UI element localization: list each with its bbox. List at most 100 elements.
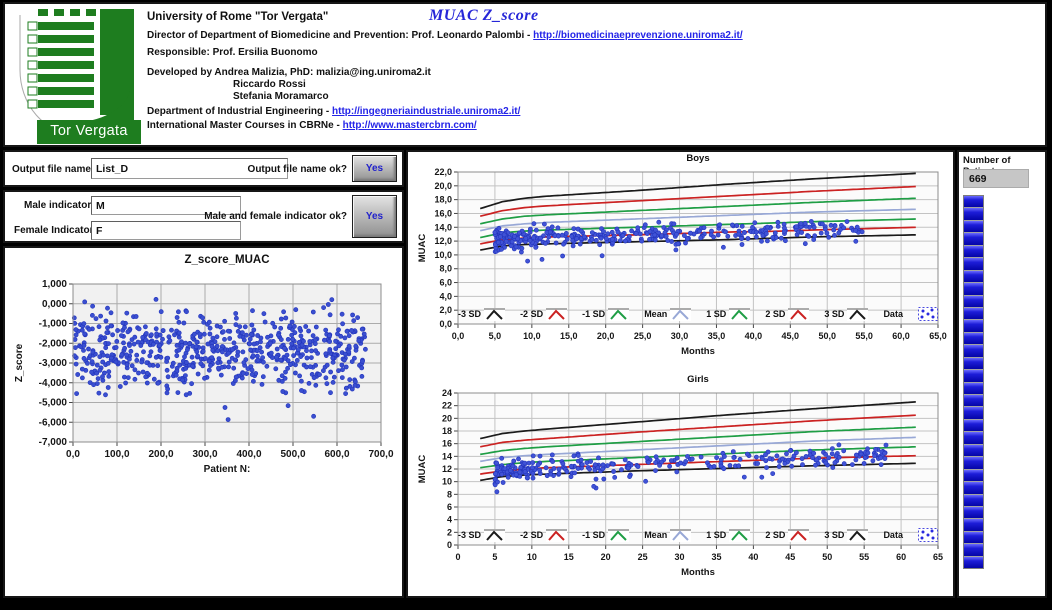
- svg-text:60: 60: [896, 552, 906, 562]
- patient-array-element: [964, 395, 983, 407]
- plot-legend: -3 SD -2 SD -1 SD Mean 1 SD 2 SD 3 SD Data: [458, 526, 938, 544]
- legend-curve-icon: [729, 529, 750, 542]
- header-text-block: University of Rome "Tor Vergata" Directo…: [147, 11, 707, 136]
- app-title: MUAC Z_score: [429, 7, 539, 25]
- patient-array-element: [964, 432, 983, 444]
- svg-text:14,0: 14,0: [434, 222, 452, 232]
- tor-vergata-logo: Tor Vergata: [10, 7, 141, 144]
- indicator-box: Male indicator Female Indicator Male and…: [3, 190, 404, 243]
- legend-item[interactable]: -1 SD: [582, 308, 629, 321]
- female-indicator-input[interactable]: [91, 221, 241, 240]
- svg-text:-3,000: -3,000: [39, 358, 68, 369]
- mf-ok-button[interactable]: Yes: [352, 195, 397, 238]
- legend-item[interactable]: -3 SD: [458, 308, 505, 321]
- svg-text:-6,000: -6,000: [39, 417, 68, 428]
- patient-array-element: [964, 532, 983, 544]
- svg-text:45,0: 45,0: [782, 331, 800, 341]
- svg-text:20: 20: [601, 552, 611, 562]
- patient-array-element: [964, 470, 983, 482]
- legend-item[interactable]: Data: [883, 530, 903, 540]
- legend-curve-icon: [484, 308, 505, 321]
- svg-text:60,0: 60,0: [892, 331, 910, 341]
- patient-array-element: [964, 308, 983, 320]
- zscore-chart: Z_score_MUAC0,0100,0200,0300,0400,0500,0…: [9, 254, 401, 484]
- developer3-line: Stefania Moramarco: [147, 91, 707, 102]
- output-file-ok-button[interactable]: Yes: [352, 155, 397, 182]
- legend-curve-icon: [729, 308, 750, 321]
- patient-array-element: [964, 258, 983, 270]
- svg-text:15: 15: [564, 552, 574, 562]
- svg-text:400,0: 400,0: [236, 449, 261, 460]
- patient-array-element: [964, 208, 983, 220]
- svg-text:-7,000: -7,000: [39, 437, 68, 448]
- svg-text:-1,000: -1,000: [39, 319, 68, 330]
- patient-array-element: [964, 296, 983, 308]
- mastercbrn-link[interactable]: http://www.mastercbrn.com/: [343, 120, 477, 131]
- legend-item[interactable]: -1 SD: [582, 529, 629, 542]
- legend-item[interactable]: Data: [883, 309, 903, 319]
- legend-item[interactable]: 1 SD: [706, 308, 750, 321]
- legend-item[interactable]: 3 SD: [824, 529, 868, 542]
- patient-array-element: [964, 507, 983, 519]
- biomedicine-link[interactable]: http://biomedicinaeprevenzione.uniroma2.…: [533, 30, 742, 41]
- svg-text:10,0: 10,0: [523, 331, 541, 341]
- legend-item[interactable]: 1 SD: [706, 529, 750, 542]
- engineering-link[interactable]: http://ingegneriaindustriale.uniroma2.it…: [332, 106, 520, 117]
- legend-item[interactable]: -2 SD: [520, 308, 567, 321]
- svg-text:0,000: 0,000: [42, 299, 67, 310]
- legend-curve-icon: [788, 529, 809, 542]
- svg-text:35,0: 35,0: [708, 331, 726, 341]
- svg-text:45: 45: [785, 552, 795, 562]
- svg-text:40: 40: [748, 552, 758, 562]
- legend-item[interactable]: Mean: [644, 529, 691, 542]
- legend-item[interactable]: 2 SD: [765, 529, 809, 542]
- logo-band: Tor Vergata: [37, 120, 141, 144]
- legend-data-icon[interactable]: [918, 528, 938, 542]
- patients-count-value: 669: [963, 169, 1029, 188]
- patient-array-element: [964, 457, 983, 469]
- legend-item[interactable]: 2 SD: [765, 308, 809, 321]
- svg-text:55,0: 55,0: [855, 331, 873, 341]
- legend-curve-icon: [546, 308, 567, 321]
- legend-curve-icon: [847, 529, 868, 542]
- svg-text:14: 14: [442, 451, 452, 461]
- svg-text:4: 4: [447, 515, 452, 525]
- legend-curve-icon: [788, 308, 809, 321]
- legend-item[interactable]: Mean: [644, 308, 691, 321]
- svg-text:2,0: 2,0: [439, 305, 452, 315]
- svg-text:22,0: 22,0: [434, 167, 452, 177]
- svg-text:10: 10: [442, 477, 452, 487]
- svg-text:10,0: 10,0: [434, 250, 452, 260]
- svg-text:0,0: 0,0: [439, 319, 452, 329]
- svg-text:100,0: 100,0: [104, 449, 129, 460]
- svg-text:Months: Months: [681, 346, 715, 357]
- legend-curve-icon: [670, 308, 691, 321]
- patient-array-element: [964, 320, 983, 332]
- patient-array-element: [964, 445, 983, 457]
- svg-text:22: 22: [442, 401, 452, 411]
- output-file-ok-label: Output file name ok?: [248, 164, 347, 175]
- svg-text:35: 35: [711, 552, 721, 562]
- patient-array-element: [964, 358, 983, 370]
- male-indicator-label: Male indicator: [24, 200, 91, 211]
- output-file-label: Output file name: [12, 164, 91, 175]
- patient-array-element: [964, 196, 983, 208]
- responsible-line: Responsible: Prof. Ersilia Buonomo: [147, 47, 707, 58]
- legend-item[interactable]: 3 SD: [824, 308, 868, 321]
- svg-text:16: 16: [442, 439, 452, 449]
- patient-array-element: [964, 519, 983, 531]
- legend-item[interactable]: -3 SD: [458, 529, 505, 542]
- patient-array-element: [964, 246, 983, 258]
- legend-data-icon[interactable]: [918, 307, 938, 321]
- master-line: International Master Courses in CBRNe - …: [147, 120, 707, 131]
- legend-curve-icon: [608, 308, 629, 321]
- svg-text:Z_score: Z_score: [14, 343, 25, 382]
- svg-text:-2,000: -2,000: [39, 338, 68, 349]
- svg-text:-4,000: -4,000: [39, 378, 68, 389]
- legend-item[interactable]: -2 SD: [520, 529, 567, 542]
- svg-text:600,0: 600,0: [324, 449, 349, 460]
- svg-text:20,0: 20,0: [597, 331, 615, 341]
- svg-text:20,0: 20,0: [434, 181, 452, 191]
- department-line: Department of Industrial Engineering - h…: [147, 106, 707, 117]
- header-panel: Tor Vergata University of Rome "Tor Verg…: [3, 2, 1047, 147]
